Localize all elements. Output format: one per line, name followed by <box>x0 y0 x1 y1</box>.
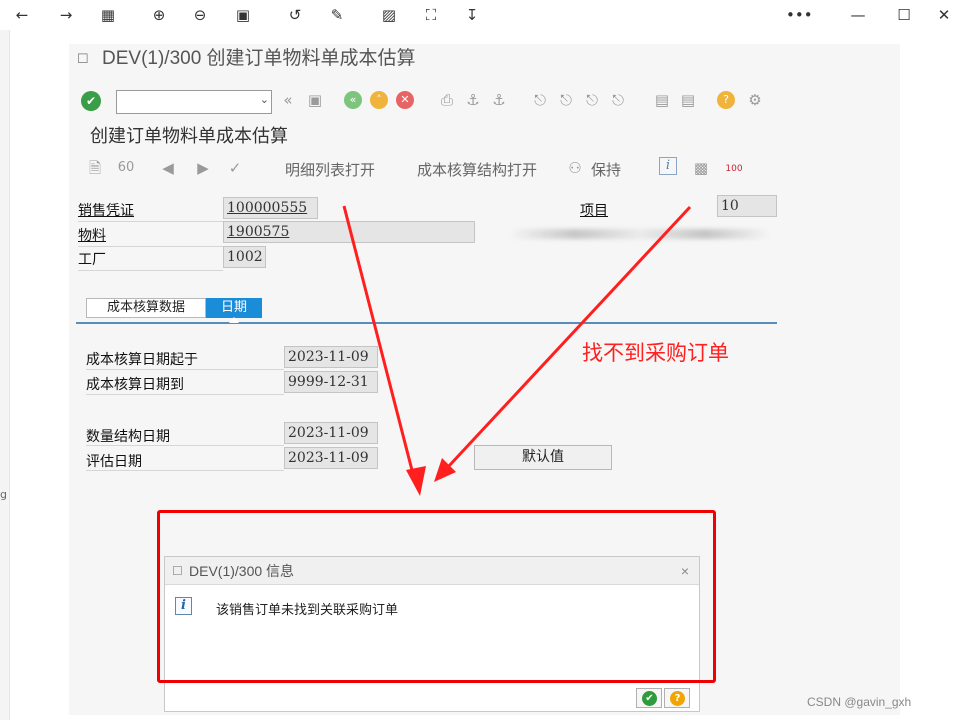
material-label: 物料 <box>78 228 106 244</box>
plant-label: 工厂 <box>78 252 106 268</box>
next-arrow-icon[interactable]: ▶ <box>192 157 214 179</box>
previous-page-icon[interactable]: ⎋ <box>555 89 577 111</box>
first-page-icon[interactable]: ⎋ <box>529 89 551 111</box>
note-icon[interactable]: ▩ <box>690 157 712 179</box>
material-field[interactable]: 1900575 <box>223 221 475 243</box>
item-label: 项目 <box>580 203 608 219</box>
zoom-out-icon[interactable]: ⊖ <box>188 4 212 26</box>
left-pane-edge: g <box>0 30 10 720</box>
system-toolbar: ✔ ⌄ « ▣ « ˄ ✕ ⎙ ⚓ ⚓ ⎋ ⎋ ⎋ ⎋ ▤ ▤ ? ⚙ <box>69 88 900 114</box>
default-values-button[interactable]: 默认值 <box>474 445 612 470</box>
edit-icon[interactable]: ✎ <box>325 4 349 26</box>
row-separator <box>86 394 284 395</box>
row-separator <box>86 445 284 446</box>
row-separator <box>78 270 223 271</box>
hold-icon[interactable]: ⚇ <box>564 157 586 179</box>
costing-date-to-label: 成本核算日期到 <box>86 377 184 393</box>
enter-icon[interactable]: ✔ <box>81 91 101 111</box>
row-separator <box>86 369 284 370</box>
previous-arrow-icon[interactable]: ◀ <box>157 157 179 179</box>
command-field[interactable]: ⌄ <box>116 90 272 114</box>
more-options-icon[interactable]: ••• <box>786 4 813 26</box>
sales-doc-field[interactable]: 100000555 <box>223 197 318 219</box>
display-glasses-icon[interactable]: 60 <box>115 157 137 179</box>
crop-icon[interactable]: ⛶ <box>419 4 443 26</box>
back-double-icon[interactable]: « <box>277 89 299 111</box>
row-separator <box>78 246 223 247</box>
window-titlebar: ☐ DEV(1)/300 创建订单物料单成本估算 <box>69 44 900 74</box>
plant-field[interactable]: 1002 <box>223 246 266 268</box>
exit-icon[interactable]: ˄ <box>370 91 388 109</box>
screen-title: 创建订单物料单成本估算 <box>90 126 288 147</box>
chevron-down-icon[interactable]: ⌄ <box>260 93 269 106</box>
left-pane-text-fragment: g <box>0 488 7 501</box>
back-icon[interactable]: « <box>344 91 362 109</box>
forward-arrow-icon[interactable]: → <box>54 4 78 26</box>
actual-size-icon[interactable]: ▣ <box>231 4 255 26</box>
grid-view-icon[interactable]: ▦ <box>96 4 120 26</box>
shortcut-icon[interactable]: ▤ <box>677 89 699 111</box>
dialog-help-button[interactable]: ? <box>664 688 690 708</box>
last-page-icon[interactable]: ⎋ <box>607 89 629 111</box>
translate-icon[interactable]: ▨ <box>377 4 401 26</box>
costing-date-from-field[interactable]: 2023-11-09 <box>284 346 378 368</box>
active-tab-caret <box>229 317 239 323</box>
hold-button[interactable]: 保持 <box>591 159 621 180</box>
zoom-in-icon[interactable]: ⊕ <box>147 4 171 26</box>
annotation-text: 找不到采购订单 <box>582 341 729 365</box>
minimize-icon[interactable]: — <box>846 4 870 26</box>
next-page-icon[interactable]: ⎋ <box>581 89 603 111</box>
back-arrow-icon[interactable]: ← <box>10 4 34 26</box>
open-detail-list-button[interactable]: 明细列表打开 <box>285 159 375 180</box>
sales-doc-label: 销售凭证 <box>78 203 134 219</box>
print-icon[interactable]: ⎙ <box>436 89 458 111</box>
find-icon[interactable]: ⚓ <box>462 89 484 111</box>
qty-structure-date-field[interactable]: 2023-11-09 <box>284 422 378 444</box>
create-session-icon[interactable]: ▤ <box>651 89 673 111</box>
cancel-icon[interactable]: ✕ <box>396 91 414 109</box>
watermark: CSDN @gavin_gxh <box>807 695 912 709</box>
qty-structure-date-label: 数量结构日期 <box>86 429 170 445</box>
check-icon: ✔ <box>642 691 657 706</box>
annotation-highlight-box <box>157 510 716 683</box>
row-separator <box>78 221 223 222</box>
save-icon[interactable]: ▣ <box>304 89 326 111</box>
check-icon[interactable]: ✓ <box>224 157 246 179</box>
dialog-ok-button[interactable]: ✔ <box>636 688 662 708</box>
maximize-icon[interactable]: ☐ <box>892 4 916 26</box>
new-document-icon[interactable]: 🗎 <box>84 157 106 179</box>
valuation-date-label: 评估日期 <box>86 454 142 470</box>
valuation-date-field[interactable]: 2023-11-09 <box>284 447 378 469</box>
settings-gear-icon[interactable]: ⚙ <box>744 89 766 111</box>
row-separator <box>86 470 284 471</box>
download-icon[interactable]: ↧ <box>460 4 484 26</box>
rotate-icon[interactable]: ↺ <box>283 4 307 26</box>
find-next-icon[interactable]: ⚓ <box>488 89 510 111</box>
application-toolbar: 🗎 60 ◀ ▶ ✓ 明细列表打开 成本核算结构打开 ⚇ 保持 i ▩ 100 <box>69 154 900 182</box>
tab-strip-divider <box>76 322 777 324</box>
window-menu-icon[interactable]: ☐ <box>77 44 89 74</box>
redacted-text <box>510 229 770 239</box>
tab-costing-data[interactable]: 成本核算数据 <box>86 298 206 318</box>
info-icon[interactable]: i <box>659 157 677 175</box>
help-icon: ? <box>670 691 685 706</box>
costing-date-to-field[interactable]: 9999-12-31 <box>284 371 378 393</box>
item-field[interactable]: 10 <box>717 195 777 217</box>
help-icon[interactable]: ? <box>717 91 735 109</box>
open-cost-structure-button[interactable]: 成本核算结构打开 <box>417 159 537 180</box>
viewer-toolbar: ← → ▦ ⊕ ⊖ ▣ ↺ ✎ ▨ ⛶ ↧ ••• — ☐ ✕ <box>0 0 960 30</box>
hundred-icon[interactable]: 100 <box>723 158 745 180</box>
window-title: DEV(1)/300 创建订单物料单成本估算 <box>102 48 416 69</box>
costing-date-from-label: 成本核算日期起于 <box>86 352 198 368</box>
tab-dates[interactable]: 日期 <box>206 298 262 318</box>
close-icon[interactable]: ✕ <box>932 4 956 26</box>
